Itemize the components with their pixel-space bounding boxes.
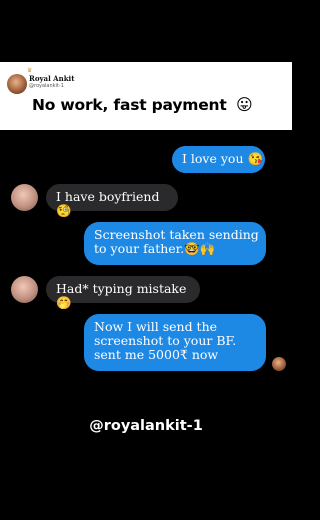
tongue-out-emoji-icon: 😛 — [236, 95, 253, 114]
contact-avatar — [11, 276, 38, 303]
contact-avatar — [11, 184, 38, 211]
message-bubble-received: Had* typing mistake 🤭 — [46, 276, 200, 310]
message-bubble-sent: I love you 😘 — [172, 146, 265, 173]
headline: No work, fast payment — [32, 96, 227, 114]
crown-icon: ♛ — [27, 67, 33, 74]
account-name[interactable]: Royal Ankit — [29, 74, 74, 83]
watermark-handle: @royalankit-1 — [89, 418, 203, 434]
post-header: ♛ Royal Ankit @royalankit-1 No work, fas… — [0, 62, 292, 130]
message-bubble-sent: Screenshot taken sending to your father.… — [84, 222, 266, 265]
read-receipt-avatar — [272, 357, 286, 371]
account-handle: @royalankit-1 — [29, 83, 64, 89]
account-avatar[interactable] — [7, 74, 27, 94]
message-bubble-sent: Now I will send the screenshot to your B… — [84, 314, 266, 371]
message-bubble-received: I have boyfriend 🧐 — [46, 184, 178, 218]
